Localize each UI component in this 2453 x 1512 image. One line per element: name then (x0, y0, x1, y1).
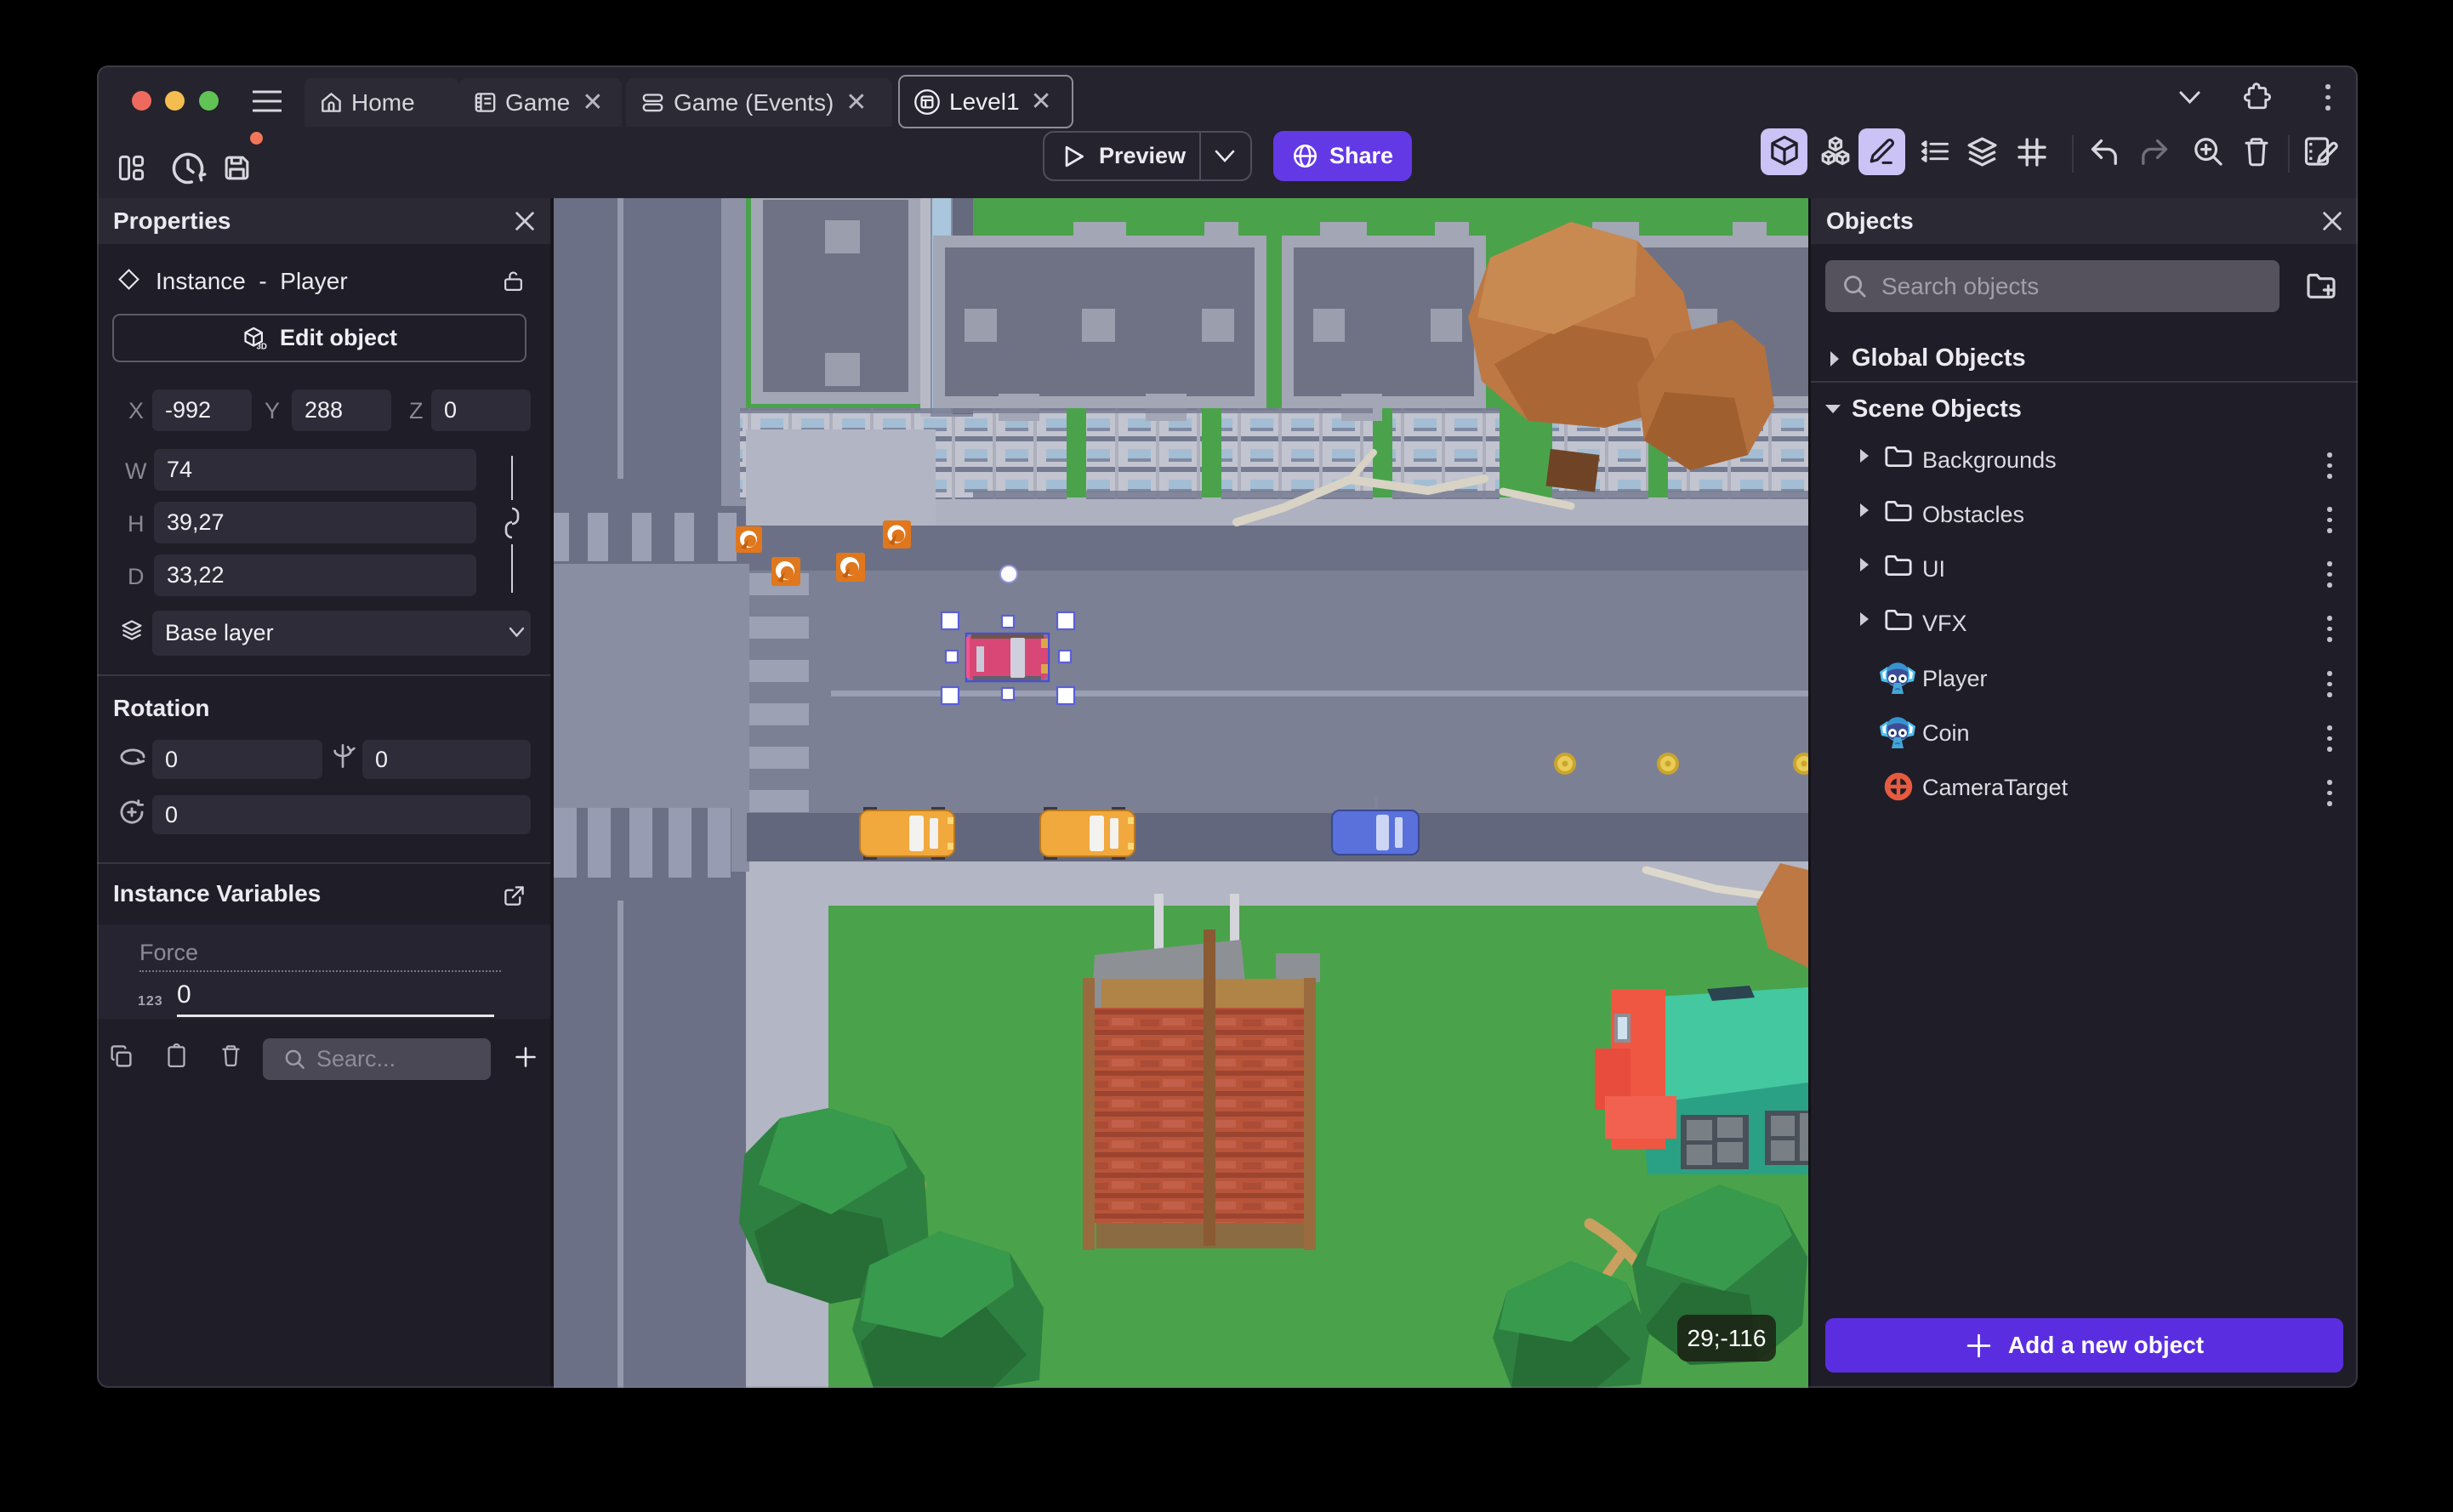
svg-text:3D: 3D (256, 342, 266, 351)
svg-text:29;-116: 29;-116 (1688, 1325, 1767, 1351)
